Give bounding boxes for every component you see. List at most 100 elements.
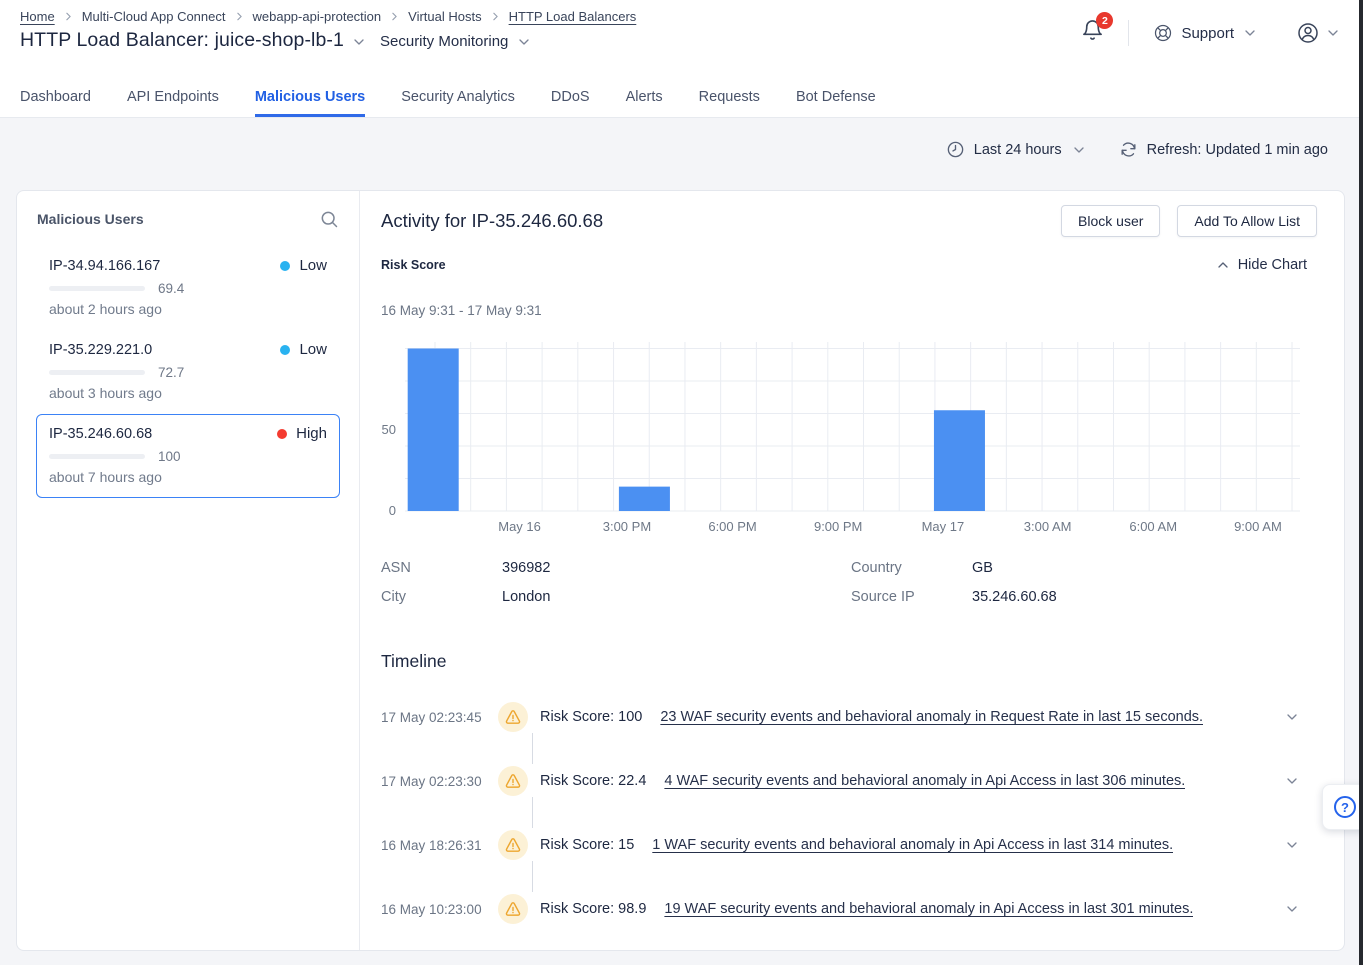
last-seen: about 2 hours ago [49, 301, 327, 317]
event-detail-link[interactable]: 23 WAF security events and behavioral an… [660, 709, 1203, 725]
field-value: GB [972, 561, 993, 576]
user-list-item[interactable]: IP-34.94.166.167 Low 69.4 about 2 hours … [36, 246, 340, 330]
tab-alerts[interactable]: Alerts [626, 76, 663, 117]
risk-score-value: 69.4 [158, 281, 184, 296]
timeline-event: 16 May 10:23:00 Risk Score: 98.9 19 WAF … [381, 877, 1324, 941]
user-list-item[interactable]: IP-35.229.221.0 Low 72.7 about 3 hours a… [36, 330, 340, 414]
tab-bot-defense[interactable]: Bot Defense [796, 76, 876, 117]
severity-dot [280, 345, 290, 355]
timeline-event: 17 May 02:23:30 Risk Score: 22.4 4 WAF s… [381, 749, 1324, 813]
user-ip: IP-35.229.221.0 [49, 342, 152, 358]
field-country: CountryGB [851, 561, 1057, 576]
warning-icon [498, 894, 528, 924]
security-monitoring-select[interactable]: Security Monitoring [380, 33, 532, 50]
svg-text:6:00 PM: 6:00 PM [708, 519, 756, 534]
tab-bar: Dashboard API Endpoints Malicious Users … [0, 76, 876, 117]
breadcrumb-virtual-hosts[interactable]: Virtual Hosts [408, 9, 481, 24]
field-label: City [381, 590, 502, 605]
timeline-event: 17 May 02:23:45 Risk Score: 100 23 WAF s… [381, 685, 1324, 749]
panel-header: Malicious Users [17, 191, 359, 229]
breadcrumb-http-load-balancers[interactable]: HTTP Load Balancers [509, 9, 637, 24]
breadcrumb-multi-cloud-app-connect[interactable]: Multi-Cloud App Connect [82, 9, 226, 24]
hide-chart-toggle[interactable]: Hide Chart [1215, 257, 1307, 273]
severity-dot [280, 261, 290, 271]
divider [1128, 20, 1129, 46]
event-time: 16 May 10:23:00 [381, 902, 488, 917]
user-list-item-selected[interactable]: IP-35.246.60.68 High 100 about 7 hours a… [36, 414, 340, 498]
field-value: 35.246.60.68 [972, 590, 1057, 605]
support-icon [1153, 23, 1173, 43]
tab-dashboard[interactable]: Dashboard [20, 76, 91, 117]
hide-chart-label: Hide Chart [1238, 257, 1307, 273]
risk-score-row: Risk Score Hide Chart [381, 257, 1307, 273]
warning-icon [498, 702, 528, 732]
event-risk-score: Risk Score: 100 [540, 709, 642, 725]
title-row: HTTP Load Balancer: juice-shop-lb-1 [20, 29, 367, 52]
help-button[interactable]: ? [1322, 784, 1363, 830]
refresh-status: Refresh: Updated 1 min ago [1147, 142, 1328, 158]
event-detail-link[interactable]: 1 WAF security events and behavioral ano… [652, 837, 1173, 853]
tab-security-analytics[interactable]: Security Analytics [401, 76, 515, 117]
panel-title: Malicious Users [37, 211, 144, 227]
event-risk-score: Risk Score: 22.4 [540, 773, 646, 789]
timeline-title: Timeline [381, 651, 446, 672]
chevron-right-icon [233, 10, 246, 23]
chevron-down-icon[interactable] [1284, 773, 1300, 789]
timeline: 17 May 02:23:45 Risk Score: 100 23 WAF s… [381, 685, 1324, 941]
event-risk-score: Risk Score: 15 [540, 837, 634, 853]
field-label: ASN [381, 561, 502, 576]
chevron-down-icon [1325, 25, 1341, 41]
chevron-right-icon [489, 10, 502, 23]
chevron-down-icon [1242, 25, 1258, 41]
chevron-up-icon [1215, 257, 1231, 273]
event-time: 16 May 18:26:31 [381, 838, 488, 853]
topbar-right: 2 Support [1081, 16, 1341, 50]
breadcrumb-namespace[interactable]: webapp-api-protection [253, 9, 382, 24]
severity-dot [277, 429, 287, 439]
detail-header: Activity for IP-35.246.60.68 Block user … [381, 204, 1317, 238]
chevron-down-icon[interactable] [351, 34, 367, 50]
page: Home Multi-Cloud App Connect webapp-api-… [0, 0, 1363, 965]
window-edge [1359, 0, 1363, 965]
user-list: IP-34.94.166.167 Low 69.4 about 2 hours … [17, 246, 359, 498]
activity-title: Activity for IP-35.246.60.68 [381, 210, 603, 232]
notifications-button[interactable]: 2 [1081, 19, 1104, 47]
time-range-select[interactable]: Last 24 hours [946, 140, 1087, 159]
chevron-down-icon[interactable] [1284, 837, 1300, 853]
block-user-button[interactable]: Block user [1061, 205, 1160, 237]
support-menu[interactable]: Support [1153, 23, 1258, 43]
tab-requests[interactable]: Requests [699, 76, 760, 117]
refresh-button[interactable]: Refresh: Updated 1 min ago [1119, 140, 1328, 159]
chevron-right-icon [388, 10, 401, 23]
risk-score-value: 72.7 [158, 365, 184, 380]
chevron-down-icon[interactable] [1284, 901, 1300, 917]
event-detail-link[interactable]: 19 WAF security events and behavioral an… [664, 901, 1193, 917]
tab-malicious-users[interactable]: Malicious Users [255, 76, 365, 117]
tab-api-endpoints[interactable]: API Endpoints [127, 76, 219, 117]
event-detail-link[interactable]: 4 WAF security events and behavioral ano… [664, 773, 1185, 789]
tab-ddos[interactable]: DDoS [551, 76, 590, 117]
security-monitoring-label: Security Monitoring [380, 33, 508, 50]
last-seen: about 7 hours ago [49, 469, 327, 485]
risk-score-chart: May 163:00 PM6:00 PM9:00 PMMay 173:00 AM… [370, 336, 1305, 546]
add-to-allow-list-button[interactable]: Add To Allow List [1177, 205, 1317, 237]
svg-text:50: 50 [382, 422, 396, 437]
svg-text:9:00 AM: 9:00 AM [1234, 519, 1282, 534]
breadcrumb-home[interactable]: Home [20, 9, 55, 24]
field-city: CityLondon [381, 590, 851, 605]
help-icon: ? [1334, 796, 1356, 818]
event-risk-score: Risk Score: 98.9 [540, 901, 646, 917]
risk-score-bar [49, 286, 145, 291]
support-label: Support [1181, 25, 1234, 42]
account-menu[interactable] [1296, 21, 1341, 45]
account-icon [1296, 21, 1320, 45]
svg-text:May 17: May 17 [922, 519, 965, 534]
chevron-down-icon[interactable] [1284, 709, 1300, 725]
controls-row: Last 24 hours Refresh: Updated 1 min ago [946, 140, 1328, 159]
chart-time-range: 16 May 9:31 - 17 May 9:31 [381, 303, 542, 319]
warning-icon [498, 830, 528, 860]
chevron-down-icon [1071, 142, 1087, 158]
user-detail-fields: ASN396982 CountryGB CityLondon Source IP… [381, 561, 1057, 605]
search-icon[interactable] [319, 209, 339, 229]
malicious-users-panel: Malicious Users IP-34.94.166.167 Low 69.… [17, 191, 360, 950]
